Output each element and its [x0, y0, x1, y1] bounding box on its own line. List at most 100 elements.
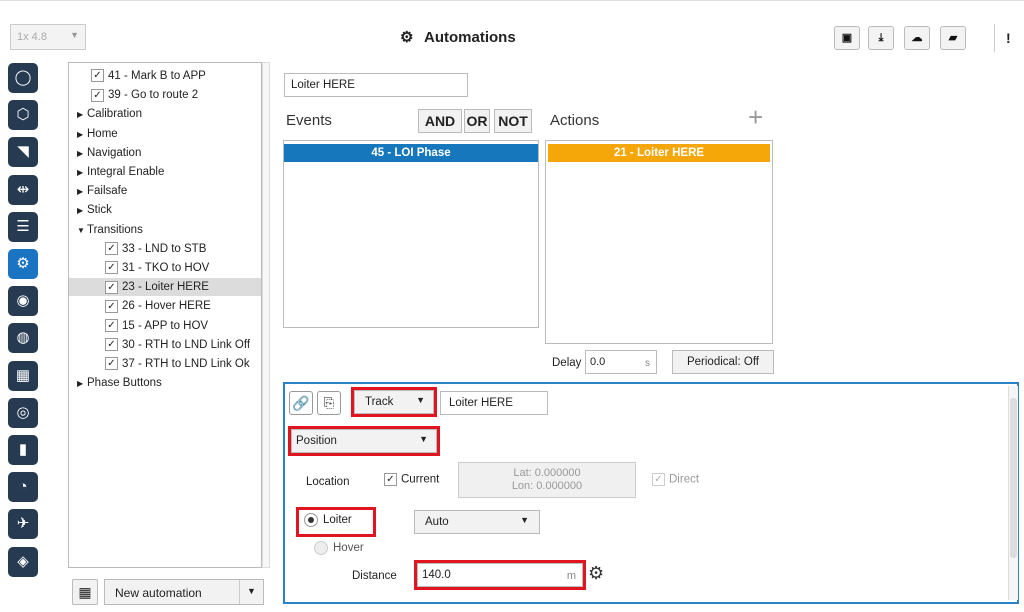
- chevron-down-icon: ▼: [416, 395, 425, 405]
- chevron-down-icon: ▼: [520, 515, 529, 525]
- periodical-button[interactable]: Periodical: Off: [672, 350, 774, 374]
- tree-item[interactable]: ✓ 26 - Hover HERE: [69, 297, 261, 315]
- camera-icon[interactable]: ◎: [8, 397, 38, 428]
- triangle-right-icon[interactable]: ▶: [77, 202, 87, 220]
- tree-item[interactable]: ✓ 31 - TKO to HOV: [69, 259, 261, 277]
- delay-label: Delay: [552, 357, 582, 369]
- triangle-right-icon[interactable]: ▶: [77, 126, 87, 144]
- loiter-direction-select[interactable]: Auto ▼: [414, 510, 540, 534]
- delay-input[interactable]: 0.0 s: [585, 350, 657, 374]
- tree-item-label: Integral Enable: [87, 166, 165, 178]
- check-icon[interactable]: ✓: [105, 319, 118, 333]
- or-button[interactable]: OR: [464, 109, 490, 133]
- tree-group[interactable]: ▶ Home: [69, 125, 261, 143]
- hexagon-icon[interactable]: ⬡: [8, 100, 38, 131]
- new-automation-select[interactable]: New automation ▼: [104, 579, 264, 605]
- triangle-right-icon[interactable]: ▶: [77, 145, 87, 163]
- triangle-right-icon[interactable]: ▶: [77, 164, 87, 182]
- distance-input[interactable]: 140.0 m: [417, 563, 583, 587]
- plane-icon[interactable]: ✈: [8, 509, 38, 540]
- check-icon[interactable]: ✓: [105, 357, 118, 371]
- sliders-icon[interactable]: ☰: [8, 211, 38, 242]
- check-icon[interactable]: ✓: [105, 261, 118, 275]
- check-icon[interactable]: ✓: [105, 338, 118, 352]
- shield-icon[interactable]: ◈: [8, 546, 38, 577]
- panel-scrollbar[interactable]: [1008, 386, 1018, 600]
- chevron-down-icon: ▼: [239, 580, 263, 604]
- triangle-right-icon[interactable]: ▶: [77, 106, 87, 124]
- folder-open-icon[interactable]: ▰: [940, 26, 966, 50]
- tree-item[interactable]: ✓ 23 - Loiter HERE: [69, 278, 261, 297]
- actions-list: 21 - Loiter HERE: [545, 140, 773, 344]
- add-action-icon[interactable]: +: [748, 104, 763, 130]
- cloud-upload-icon[interactable]: ☁: [904, 26, 930, 50]
- version-select[interactable]: 1x 4.8 ▼: [10, 24, 86, 50]
- tree-group[interactable]: ▶ Calibration: [69, 105, 261, 123]
- action-name-input[interactable]: Loiter HERE: [440, 391, 548, 415]
- action-type-select[interactable]: Track ▼: [354, 390, 434, 414]
- gauge-icon[interactable]: ◔: [8, 472, 38, 503]
- current-checkbox[interactable]: ✓ Current: [384, 473, 439, 486]
- tree-scrollbar[interactable]: [262, 62, 270, 568]
- page-title-text: Automations: [424, 29, 516, 46]
- link-icon[interactable]: 🔗: [289, 391, 313, 415]
- mode-select[interactable]: Position ▼: [291, 429, 437, 453]
- podcast-icon[interactable]: ◉: [8, 286, 38, 317]
- not-button[interactable]: NOT: [494, 109, 532, 133]
- direct-checkbox[interactable]: ✓ Direct: [652, 473, 699, 486]
- chart-icon[interactable]: ▮: [8, 435, 38, 465]
- check-icon[interactable]: ✓: [105, 242, 118, 256]
- tree-item[interactable]: ✓ 41 - Mark B to APP: [69, 67, 261, 85]
- loiter-radio[interactable]: Loiter: [304, 513, 352, 527]
- triangle-right-icon[interactable]: ▶: [77, 183, 87, 201]
- usb-icon[interactable]: ⇹: [8, 174, 38, 205]
- automations-icon[interactable]: ⚙: [8, 249, 38, 279]
- tree-group[interactable]: ▶ Phase Buttons: [69, 374, 261, 392]
- gamepad-icon[interactable]: ◍: [8, 323, 38, 354]
- tree-item[interactable]: ✓ 37 - RTH to LND Link Ok: [69, 355, 261, 373]
- hover-radio[interactable]: Hover: [314, 541, 364, 555]
- check-icon[interactable]: ✓: [91, 88, 104, 102]
- tree-group[interactable]: ▶ Navigation: [69, 144, 261, 162]
- tree-group[interactable]: ▶ Integral Enable: [69, 163, 261, 181]
- check-icon[interactable]: ✓: [105, 299, 118, 313]
- save-icon[interactable]: ▣: [834, 26, 860, 50]
- tree-item-label: Phase Buttons: [87, 377, 162, 390]
- download-icon[interactable]: ⤓: [868, 26, 894, 50]
- check-icon[interactable]: ✓: [105, 280, 118, 294]
- tree-group[interactable]: ▶ Failsafe: [69, 182, 261, 200]
- tree-item[interactable]: ✓ 30 - RTH to LND Link Off: [69, 336, 261, 354]
- gear-icon[interactable]: ⚙: [588, 563, 604, 584]
- lat-value: Lat: 0.000000: [513, 467, 581, 479]
- tree-item-label: 39 - Go to route 2: [108, 89, 199, 102]
- tree-group[interactable]: ▼ Transitions: [69, 221, 261, 239]
- automation-name-input[interactable]: Loiter HERE: [284, 73, 468, 97]
- tree-item-label: 23 - Loiter HERE: [122, 281, 209, 294]
- signal-icon[interactable]: ◥: [8, 137, 38, 168]
- tree-item-label: Transitions: [87, 223, 143, 236]
- events-list: 45 - LOI Phase: [283, 140, 539, 328]
- distance-value: 140.0: [422, 569, 451, 581]
- copy-icon[interactable]: ⎘: [317, 391, 341, 415]
- grid-icon[interactable]: ▦: [8, 360, 38, 391]
- tree-item[interactable]: ✓ 39 - Go to route 2: [69, 86, 261, 104]
- distance-label: Distance: [352, 570, 397, 582]
- radio-unselected-icon: [314, 541, 328, 555]
- action-item[interactable]: 21 - Loiter HERE: [548, 144, 770, 162]
- scroll-thumb[interactable]: [1010, 398, 1017, 558]
- check-icon[interactable]: ✓: [91, 69, 104, 83]
- tree-item[interactable]: ✓ 15 - APP to HOV: [69, 317, 261, 335]
- event-item[interactable]: 45 - LOI Phase: [284, 144, 538, 162]
- and-button[interactable]: AND: [418, 109, 462, 133]
- tree-item-label: 37 - RTH to LND Link Ok: [122, 358, 250, 370]
- action-type-value: Track: [365, 396, 394, 408]
- current-label: Current: [401, 473, 440, 486]
- tree-group[interactable]: ▶ Stick: [69, 201, 261, 219]
- triangle-down-icon[interactable]: ▼: [77, 222, 87, 240]
- tree-footer: ▦ New automation ▼: [68, 576, 264, 608]
- triangle-right-icon[interactable]: ▶: [77, 375, 87, 393]
- power-icon[interactable]: ◯: [8, 63, 38, 93]
- info-icon[interactable]: !: [1006, 30, 1011, 46]
- tree-item[interactable]: ✓ 33 - LND to STB: [69, 240, 261, 258]
- grid-icon[interactable]: ▦: [72, 579, 98, 605]
